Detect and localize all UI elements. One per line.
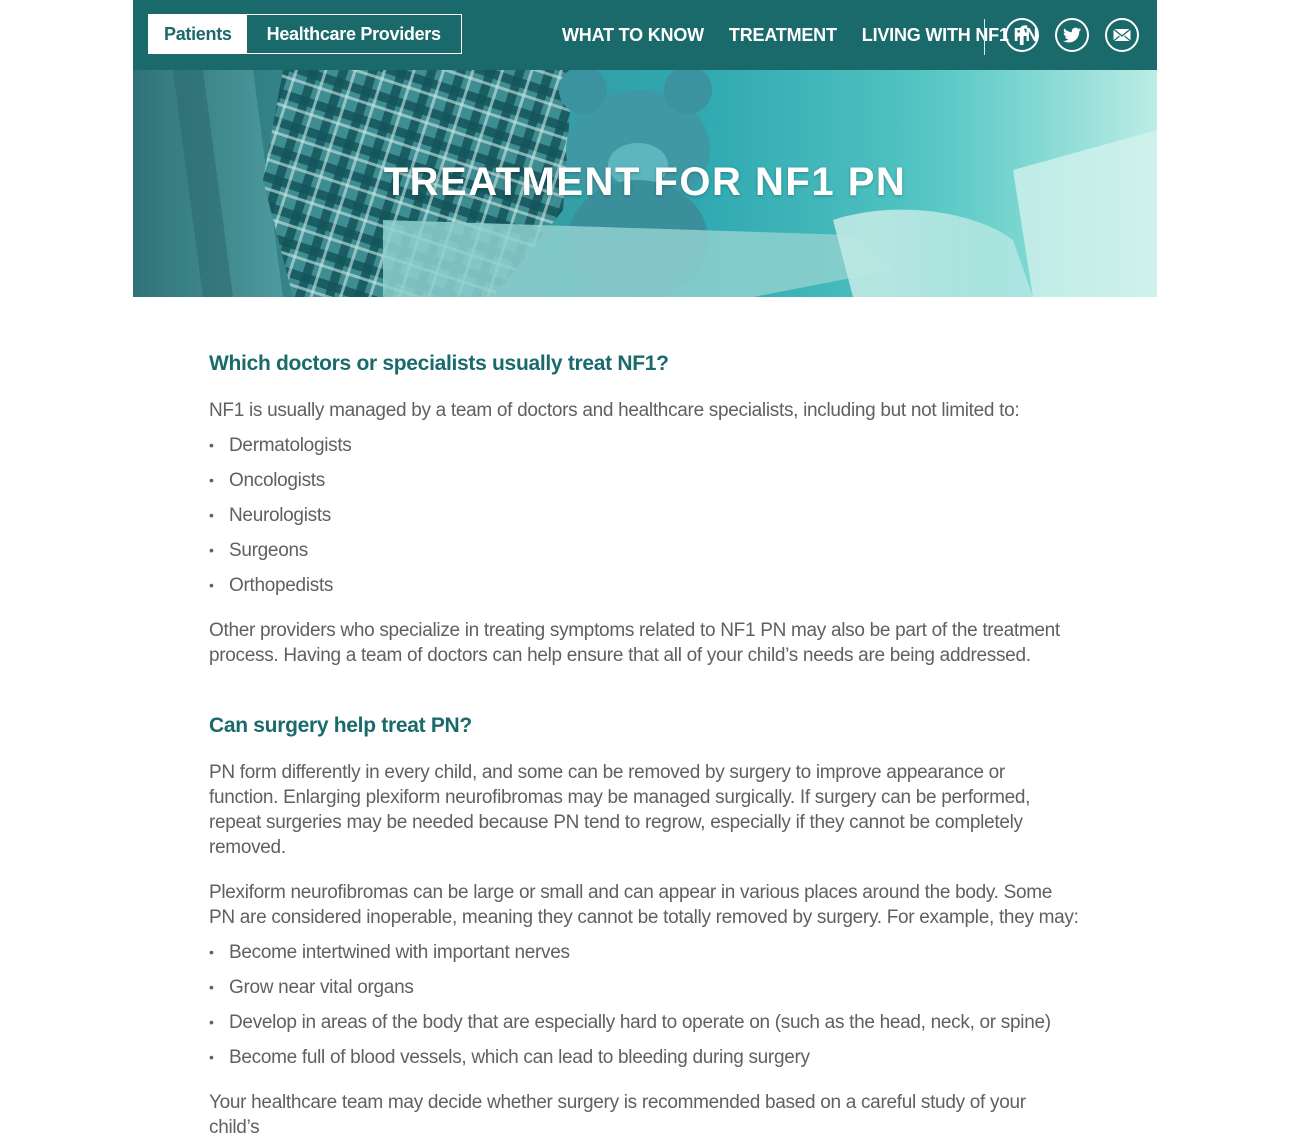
list-item: Oncologists [209,468,1079,503]
nav-divider [984,19,985,55]
list-item: Develop in areas of the body that are es… [209,1010,1079,1045]
specialists-list: Dermatologists Oncologists Neurologists … [209,433,1079,608]
section1-intro: NF1 is usually managed by a team of doct… [209,400,1020,421]
twitter-icon[interactable] [1055,18,1089,52]
list-item: Become intertwined with important nerves [209,940,1079,975]
healthcare-providers-tab[interactable]: Healthcare Providers [247,15,461,53]
inoperable-reasons-list: Become intertwined with important nerves… [209,940,1079,1080]
list-item: Surgeons [209,538,1079,573]
nav-what-to-know[interactable]: WHAT TO KNOW [562,25,704,46]
list-item: Become full of blood vessels, which can … [209,1045,1079,1080]
section2-paragraph-1: PN form differently in every child, and … [209,762,1031,858]
email-icon[interactable] [1105,18,1139,52]
list-item: Neurologists [209,503,1079,538]
hero-banner: TREATMENT FOR NF1 PN [133,70,1157,297]
section-heading-doctors: Which doctors or specialists usually tre… [209,352,669,375]
section-heading-surgery: Can surgery help treat PN? [209,714,472,737]
section2-paragraph-2: Plexiform neurofibromas can be large or … [209,882,1079,928]
audience-switcher: Patients Healthcare Providers [148,14,462,54]
main-content: Which doctors or specialists usually tre… [209,340,1079,1140]
nav-treatment[interactable]: TREATMENT [729,25,837,46]
patients-tab[interactable]: Patients [149,15,247,53]
section1-paragraph: Other providers who specialize in treati… [209,620,1060,666]
list-item: Grow near vital organs [209,975,1079,1010]
top-nav-bar: Patients Healthcare Providers WHAT TO KN… [133,0,1157,70]
main-nav: WHAT TO KNOW TREATMENT LIVING WITH NF1 P… [562,0,1063,70]
facebook-icon[interactable] [1005,18,1039,52]
page-title: TREATMENT FOR NF1 PN [383,160,907,204]
section2-paragraph-3: Your healthcare team may decide whether … [209,1092,1026,1138]
list-item: Orthopedists [209,573,1079,608]
list-item: Dermatologists [209,433,1079,468]
